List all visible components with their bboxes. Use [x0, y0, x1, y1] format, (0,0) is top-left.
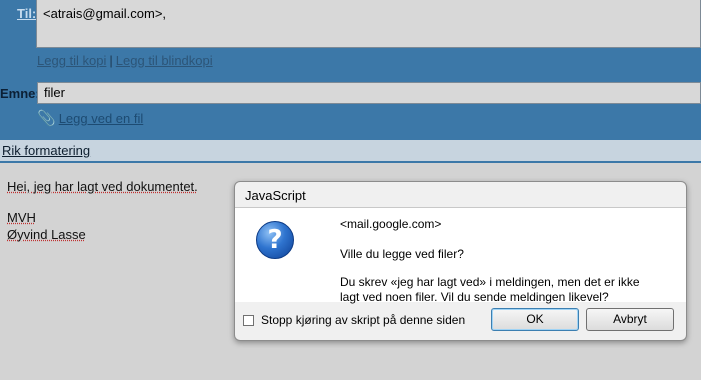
dialog-titlebar[interactable]: JavaScript: [235, 182, 686, 208]
subject-value: filer: [44, 85, 65, 100]
stop-scripts-checkbox[interactable]: [243, 315, 254, 326]
body-line: Øyvind Lasse: [7, 227, 86, 242]
rich-formatting-link[interactable]: Rik formatering: [2, 143, 90, 158]
subject-label: Emne:: [0, 86, 40, 101]
dialog-title: JavaScript: [245, 188, 306, 203]
subject-field[interactable]: filer: [37, 82, 701, 104]
question-icon: ?: [256, 221, 294, 259]
dialog-footer: Stopp kjøring av skript på denne siden O…: [235, 302, 686, 340]
to-value: <atrais@gmail.com>,: [43, 6, 167, 21]
dialog-content: ? <mail.google.com> Ville du legge ved f…: [235, 208, 686, 304]
stop-scripts-label[interactable]: Stopp kjøring av skript på denne siden: [261, 313, 465, 327]
attach-row: 📎 Legg ved en fil: [37, 109, 143, 127]
cancel-button[interactable]: Avbryt: [586, 308, 674, 331]
paperclip-icon: 📎: [37, 110, 56, 127]
dialog-question: Ville du legge ved filer?: [340, 247, 464, 261]
cc-links: Legg til kopi | Legg til blindkopi: [37, 53, 213, 68]
javascript-dialog: JavaScript ? <mail.google.com> Ville du …: [234, 181, 687, 341]
body-line: Hei, jeg har lagt ved dokumentet.: [7, 179, 198, 194]
attach-file-link[interactable]: Legg ved en fil: [59, 111, 144, 126]
dialog-origin: <mail.google.com>: [340, 217, 442, 231]
compose-header: Til: <atrais@gmail.com>, Legg til kopi | L…: [0, 0, 701, 140]
to-label[interactable]: Til:: [17, 6, 36, 21]
body-line: MVH: [7, 210, 36, 225]
ok-button[interactable]: OK: [491, 308, 579, 331]
cc-separator: |: [109, 53, 113, 68]
format-bar: Rik formatering: [0, 140, 701, 163]
to-field[interactable]: <atrais@gmail.com>,: [36, 0, 701, 48]
add-cc-link[interactable]: Legg til kopi: [37, 53, 106, 68]
add-bcc-link[interactable]: Legg til blindkopi: [116, 53, 213, 68]
dialog-message-line: Du skrev «jeg har lagt ved» i meldingen,…: [340, 275, 640, 289]
